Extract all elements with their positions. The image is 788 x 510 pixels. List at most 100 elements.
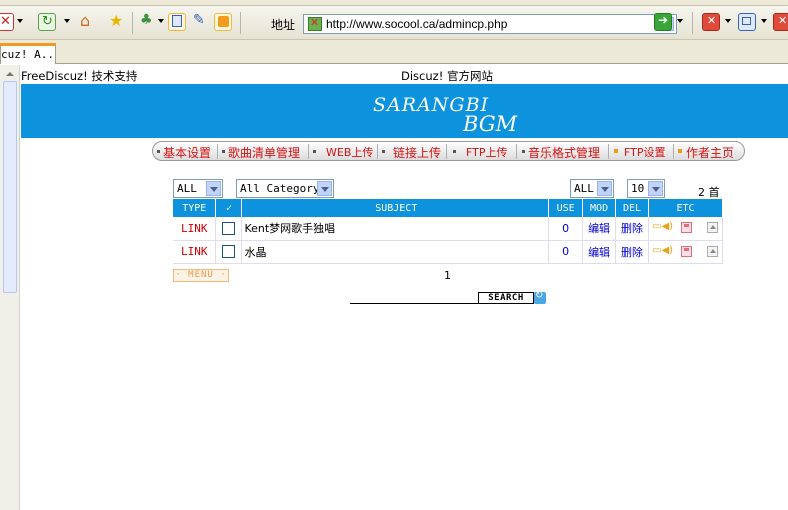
type-filter-select[interactable]: ALL [173, 179, 223, 198]
tab-bar: cuz! A... [0, 40, 788, 64]
scroll-up-icon[interactable] [3, 68, 17, 80]
row-etc: ▭◀︎) [648, 240, 723, 264]
go-dropdown-icon[interactable] [677, 19, 683, 23]
delete-link[interactable]: 删除 [615, 240, 650, 264]
row-etc: ▭◀︎) [648, 217, 723, 241]
row-checkbox-cell [215, 240, 243, 264]
favorites-star-icon[interactable]: ★ [108, 11, 126, 31]
address-url[interactable]: http://www.socool.ca/admincp.php [326, 17, 507, 31]
nav-music-format[interactable]: 音乐格式管理 [528, 144, 600, 161]
edit-link[interactable]: 编辑 [582, 217, 617, 241]
nav-author-home[interactable]: 作者主页 [686, 144, 734, 161]
tab-admin[interactable]: cuz! A... [0, 43, 56, 64]
toolbar-separator [692, 12, 693, 34]
chevron-down-icon[interactable] [597, 181, 612, 196]
header-select-all[interactable]: ✓ [215, 199, 243, 217]
nav-bullet-icon [222, 150, 225, 153]
nav-separator [217, 144, 218, 159]
browser-toolbar: ✕ ↻ ⌂ ★ ♣ ✎ 地址 http://www.socool.ca/admi… [0, 6, 788, 40]
nav-web-upload[interactable]: WEB上传 [326, 144, 373, 160]
row-checkbox[interactable] [222, 222, 236, 235]
search-button[interactable]: SEARCH [478, 292, 534, 304]
media-dropdown-icon[interactable] [158, 19, 164, 23]
stop-icon[interactable]: ✕ [0, 13, 14, 31]
search-refresh-icon[interactable] [534, 290, 546, 304]
status-filter-select[interactable]: ALL [570, 179, 614, 198]
address-label: 地址 [271, 18, 296, 32]
row-subject[interactable]: Kent梦网歌手独唱 [241, 217, 550, 241]
refresh-dropdown-icon[interactable] [64, 19, 70, 23]
header-etc: ETC [648, 199, 723, 217]
nav-bullet-icon [382, 150, 385, 153]
go-icon[interactable]: ➔ [654, 13, 672, 31]
nav-basic-settings[interactable]: 基本设置 [163, 144, 211, 161]
menu-button[interactable]: · MENU · [173, 269, 229, 282]
edit-icon[interactable]: ✎ [191, 12, 209, 31]
row-use: 0 [548, 240, 584, 264]
toolbar-separator [132, 12, 133, 34]
nav-ftp-settings[interactable]: FTP设置 [624, 144, 666, 160]
scrollbar-thumb[interactable] [3, 81, 17, 293]
delete-link[interactable]: 删除 [615, 217, 650, 241]
song-count: 2 首 [698, 186, 720, 199]
page-content: FreeDiscuz! 技术支持 Discuz! 官方网站 SARANGBI B… [21, 65, 788, 510]
nav-ftp-upload[interactable]: FTP上传 [466, 144, 508, 160]
play-speaker-icon[interactable]: ▭◀︎) [652, 221, 673, 232]
header-mod: MOD [582, 199, 617, 217]
row-checkbox-cell [215, 217, 243, 241]
category-value: All Category [240, 182, 320, 195]
nav-bullet-icon [614, 149, 618, 153]
nav-bullet-icon [313, 150, 316, 153]
restore-dropdown-icon[interactable] [761, 19, 767, 23]
save-icon[interactable] [681, 245, 693, 257]
banner: SARANGBI BGM [21, 84, 788, 138]
chevron-down-icon[interactable] [206, 181, 221, 196]
address-bar[interactable]: http://www.socool.ca/admincp.php [303, 14, 677, 34]
row-checkbox[interactable] [222, 245, 236, 259]
per-page-select[interactable]: 10 [627, 179, 665, 198]
nav-separator [608, 144, 609, 159]
close-dropdown-icon[interactable] [725, 19, 731, 23]
table-header-row: TYPE ✓ SUBJECT USE MOD DEL ETC [173, 199, 723, 217]
search-input[interactable] [350, 303, 478, 304]
refresh-icon[interactable]: ↻ [38, 13, 56, 31]
edit-link[interactable]: 编辑 [582, 240, 617, 264]
nav-separator [446, 144, 447, 159]
close-window-icon[interactable]: ✕ [702, 13, 720, 31]
media-icon[interactable]: ♣ [139, 12, 157, 31]
category-select[interactable]: All Category [236, 179, 334, 198]
logo: SARANGBI BGM [373, 94, 518, 135]
move-up-icon[interactable] [707, 245, 719, 257]
site-favicon-icon [308, 16, 322, 31]
nav-separator [516, 144, 517, 159]
close-icon[interactable]: ✕ [773, 13, 788, 31]
header-del: DEL [615, 199, 650, 217]
play-speaker-icon[interactable]: ▭◀︎) [652, 245, 673, 256]
chevron-down-icon[interactable] [648, 181, 663, 196]
page-number[interactable]: 1 [444, 269, 451, 282]
admin-nav: 基本设置 歌曲清单管理 WEB上传 链接上传 FTP上传 音乐格式管理 FTP设… [152, 141, 745, 161]
nav-link-upload[interactable]: 链接上传 [393, 144, 441, 161]
stop-dropdown-icon[interactable] [17, 19, 23, 23]
header-type: TYPE [173, 199, 217, 217]
save-icon[interactable] [681, 222, 693, 234]
move-up-icon[interactable] [707, 222, 719, 234]
official-site-link[interactable]: Discuz! 官方网站 [401, 68, 493, 84]
row-use: 0 [548, 217, 584, 241]
nav-separator [673, 144, 674, 159]
support-link[interactable]: FreeDiscuz! 技术支持 [21, 68, 137, 84]
row-subject[interactable]: 水晶 [241, 240, 550, 264]
nav-bullet-icon [678, 149, 682, 153]
restore-window-icon[interactable] [738, 13, 756, 31]
header-subject: SUBJECT [241, 199, 550, 217]
nav-song-list[interactable]: 歌曲清单管理 [228, 144, 300, 161]
home-icon[interactable]: ⌂ [79, 11, 97, 31]
extension-icon[interactable] [214, 13, 232, 31]
chevron-down-icon[interactable] [317, 181, 332, 196]
per-page-value: 10 [631, 182, 645, 195]
status-filter-value: ALL [574, 182, 594, 195]
table-row: LINK Kent梦网歌手独唱 0 编辑 删除 ▭◀︎) [173, 217, 723, 241]
history-icon[interactable] [168, 13, 186, 31]
nav-separator [308, 144, 309, 159]
row-type: LINK [173, 217, 217, 241]
